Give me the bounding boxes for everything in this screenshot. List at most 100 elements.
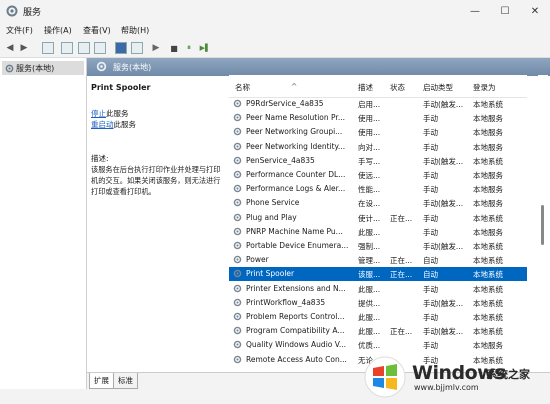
services-gear-icon [96, 61, 107, 72]
forward-button[interactable]: ▶ [18, 42, 30, 54]
console-tree: 服务(本地) [0, 58, 87, 389]
service-gear-icon [233, 269, 242, 280]
restart-service-link[interactable]: 重启动 [91, 120, 114, 129]
service-logon-cell: 本地系统 [473, 242, 503, 251]
service-name-cell: Peer Networking Identity... [246, 141, 346, 151]
service-status-cell: 正在... [390, 213, 413, 223]
restart-service-icon[interactable]: ▶▌ [199, 42, 211, 54]
service-gear-icon [233, 241, 242, 252]
service-description-cell: 此服... [358, 227, 381, 237]
table-row[interactable]: Portable Device Enumera... 强制... 手动(触发... 本… [229, 239, 527, 253]
service-name-cell: Performance Counter DL... [246, 170, 346, 179]
maximize-button[interactable]: ☐ [490, 0, 520, 22]
start-service-icon[interactable]: ▶ [150, 42, 162, 54]
service-logon-cell: 本地服务 [473, 142, 503, 152]
table-row[interactable]: Power 管理... 正在... 自动 本地系统 [229, 253, 527, 267]
stop-service-line: 停止此服务 [91, 108, 129, 119]
table-row[interactable]: PNRP Machine Name Pu... 此服... 手动 本地服务 [229, 225, 527, 239]
service-startup-cell: 手动 [423, 142, 438, 152]
service-description-cell: 使用... [358, 128, 381, 138]
service-status-cell: 正在... [390, 327, 413, 337]
service-gear-icon [233, 127, 242, 138]
tab-extended[interactable]: 扩展 [89, 373, 114, 389]
service-logon-cell: 本地服务 [473, 114, 503, 124]
service-startup-cell: 手动(触发... [423, 100, 464, 109]
watermark-cn: 系统之家 [486, 368, 530, 381]
close-button[interactable]: ✕ [520, 0, 550, 22]
table-row[interactable]: Peer Networking Groupi... 使用... 手动 本地服务 [229, 125, 527, 139]
minimize-button[interactable]: — [460, 0, 490, 22]
service-description-cell: 在设... [358, 199, 381, 209]
service-gear-icon [233, 227, 242, 238]
table-row[interactable]: Quality Windows Audio V... 优质... 手动 本地服务 [229, 338, 527, 352]
refresh-icon[interactable] [78, 42, 90, 54]
table-row[interactable]: Printer Extensions and N... 此服... 手动 本地系统 [229, 282, 527, 296]
table-row[interactable]: PenService_4a835 手写... 手动(触发... 本地系统 [229, 154, 527, 168]
service-description-cell: 此服... [358, 313, 381, 322]
table-row[interactable]: Performance Logs & Aler... 性能... 手动 本地服务 [229, 182, 527, 196]
column-logon-as[interactable]: 登录为 [473, 82, 496, 93]
restart-service-line: 重启动此服务 [91, 119, 136, 130]
service-logon-cell: 本地系统 [473, 327, 503, 337]
console-icon[interactable] [131, 42, 143, 54]
service-gear-icon [233, 298, 242, 309]
service-startup-cell: 手动(触发... [423, 242, 464, 251]
service-description-cell: 使远... [358, 171, 381, 180]
service-gear-icon [233, 184, 242, 195]
table-row[interactable]: Problem Reports Control... 此服... 手动 本地系统 [229, 310, 527, 324]
table-row[interactable]: Program Compatibility A... 此服... 正在... 手动(触… [229, 324, 527, 338]
sort-indicator: ^ [291, 82, 298, 91]
service-logon-cell: 本地系统 [473, 270, 503, 280]
service-startup-cell: 手动 [423, 284, 438, 294]
service-gear-icon [233, 284, 242, 295]
service-startup-cell: 手动 [423, 114, 438, 124]
menu-help[interactable]: 帮助(H) [121, 25, 149, 36]
stop-service-link[interactable]: 停止 [91, 109, 106, 118]
table-row[interactable]: Print Spooler 该服... 正在... 自动 本地系统 [229, 267, 527, 282]
service-name-cell: Peer Name Resolution Pr... [246, 113, 345, 123]
pause-service-icon[interactable]: ⏸ [183, 42, 195, 54]
service-name-cell: Performance Logs & Aler... [246, 184, 346, 194]
properties-icon[interactable] [61, 42, 73, 54]
service-status-cell: 正在... [390, 270, 413, 280]
table-row[interactable]: Peer Name Resolution Pr... 使用... 手动 本地服务 [229, 111, 527, 125]
service-logon-cell: 本地服务 [473, 199, 503, 209]
vertical-scrollbar[interactable] [538, 75, 548, 369]
table-row[interactable]: PrintWorkflow_4a835 提供... 手动(触发... 本地系统 [229, 296, 527, 310]
show-tree-icon[interactable] [42, 42, 54, 54]
menu-file[interactable]: 文件(F) [6, 25, 33, 36]
service-name-cell: Remote Access Auto Con... [246, 354, 347, 364]
service-logon-cell: 本地服务 [473, 227, 503, 237]
pane-header-title: 服务(本地) [113, 63, 152, 72]
help-icon[interactable] [115, 42, 127, 54]
service-name-cell: Print Spooler [246, 269, 295, 279]
service-name-cell: P9RdrService_4a835 [246, 99, 324, 108]
table-row[interactable]: Phone Service 在设... 手动(触发... 本地服务 [229, 196, 527, 210]
table-row[interactable]: P9RdrService_4a835 启用... 手动(触发... 本地系统 [229, 97, 527, 111]
menu-view[interactable]: 查看(V) [83, 25, 111, 36]
service-logon-cell: 本地系统 [473, 156, 503, 166]
tab-standard[interactable]: 标准 [113, 373, 138, 389]
service-description-cell: 该服... [358, 270, 381, 280]
service-description-cell: 手写... [358, 156, 381, 166]
stop-service-icon[interactable]: ■ [168, 42, 180, 54]
service-name-cell: Peer Networking Groupi... [246, 127, 343, 137]
back-button[interactable]: ◀ [4, 42, 16, 54]
restart-suffix: 此服务 [113, 120, 137, 129]
tree-item-services-local[interactable]: 服务(本地) [2, 61, 84, 75]
column-name[interactable]: 名称 [235, 82, 250, 93]
service-gear-icon [233, 213, 242, 224]
column-description[interactable]: 描述 [358, 82, 373, 93]
service-description-cell: 启用... [358, 100, 381, 109]
scrollbar-thumb[interactable] [541, 205, 544, 245]
table-row[interactable]: Peer Networking Identity... 向对... 手动 本地服务 [229, 140, 527, 154]
table-row[interactable]: Plug and Play 使计... 正在... 手动 本地系统 [229, 211, 527, 225]
stop-suffix: 此服务 [106, 109, 129, 118]
export-list-icon[interactable] [94, 42, 106, 54]
column-startup-type[interactable]: 启动类型 [423, 82, 453, 93]
table-row[interactable]: Performance Counter DL... 使远... 手动 本地服务 [229, 168, 527, 182]
menu-action[interactable]: 操作(A) [44, 25, 72, 36]
watermark-url: www.bjjmlv.com [414, 383, 479, 392]
column-status[interactable]: 状态 [390, 82, 405, 93]
service-logon-cell: 本地服务 [473, 185, 503, 195]
